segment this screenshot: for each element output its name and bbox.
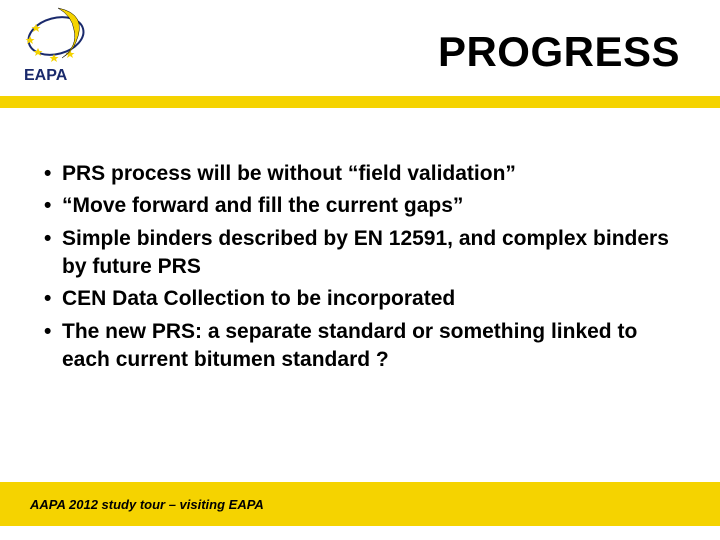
slide-header: EAPA PROGRESS xyxy=(0,0,720,100)
list-item: Simple binders described by EN 12591, an… xyxy=(40,225,680,282)
list-item: CEN Data Collection to be incorporated xyxy=(40,285,680,313)
slide-title: PROGRESS xyxy=(438,28,680,76)
footer-bar: AAPA 2012 study tour – visiting EAPA xyxy=(0,482,720,526)
logo-text: EAPA xyxy=(24,67,68,84)
slide-content: PRS process will be without “field valid… xyxy=(40,160,680,378)
header-stripe xyxy=(0,96,720,108)
bullet-list: PRS process will be without “field valid… xyxy=(40,160,680,374)
list-item: “Move forward and fill the current gaps” xyxy=(40,192,680,220)
list-item: The new PRS: a separate standard or some… xyxy=(40,318,680,375)
eapa-logo: EAPA xyxy=(18,6,118,86)
slide: EAPA PROGRESS PRS process will be withou… xyxy=(0,0,720,540)
footer-text: AAPA 2012 study tour – visiting EAPA xyxy=(0,497,264,512)
list-item: PRS process will be without “field valid… xyxy=(40,160,680,188)
